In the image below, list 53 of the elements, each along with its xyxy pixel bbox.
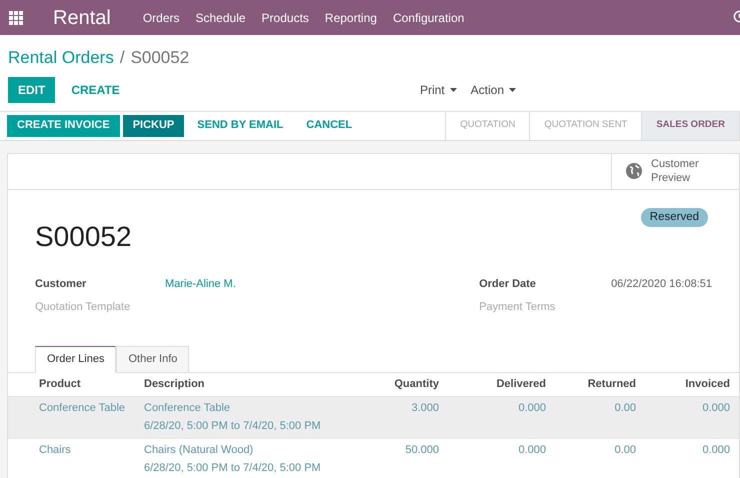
customer-preview-button[interactable]: Customer Preview bbox=[611, 154, 739, 188]
breadcrumb-link[interactable]: Rental Orders bbox=[8, 45, 114, 70]
column-header[interactable]: Description bbox=[144, 372, 334, 396]
breadcrumb-separator: / bbox=[120, 47, 125, 69]
form-tab[interactable]: Other Info bbox=[116, 346, 190, 372]
caret-icon bbox=[450, 88, 457, 92]
field-label: Order Date bbox=[479, 276, 537, 292]
menu-item[interactable]: Configuration bbox=[384, 8, 472, 26]
table-cell-text: 0.000 bbox=[517, 442, 546, 458]
table-cell-text: Chairs bbox=[39, 442, 72, 458]
table-cell-text: Conference Table bbox=[39, 400, 126, 416]
table-cell-text: 0.00 bbox=[614, 400, 636, 416]
menu-item[interactable]: Orders bbox=[134, 8, 188, 26]
menu-item[interactable]: Products bbox=[254, 8, 317, 26]
menu-item[interactable]: Reporting bbox=[316, 8, 385, 26]
field-value[interactable]: Marie-Aline M. bbox=[165, 276, 236, 292]
workflow-button[interactable]: CREATE INVOICE bbox=[7, 114, 120, 136]
breadcrumb-current: S00052 bbox=[130, 47, 190, 69]
column-header[interactable]: Quantity bbox=[334, 372, 439, 396]
table-cell-text: 6/28/20, 5:00 PM to 7/4/20, 5:00 PM bbox=[144, 461, 322, 476]
column-header[interactable]: Returned bbox=[546, 372, 636, 396]
app-title[interactable]: Rental bbox=[53, 2, 111, 32]
field-value: 06/22/2020 16:08:51 bbox=[611, 276, 712, 292]
table-cell-text: 0.000 bbox=[701, 442, 730, 458]
table-cell-text: 0.000 bbox=[517, 400, 546, 416]
control-button[interactable]: EDIT bbox=[8, 76, 56, 102]
status-badge: Reserved bbox=[640, 208, 708, 227]
stage-step[interactable]: SALES ORDER bbox=[642, 112, 740, 140]
table-cell-text: 6/28/20, 5:00 PM to 7/4/20, 5:00 PM bbox=[144, 419, 322, 434]
table-cell-text: Chairs (Natural Wood) bbox=[144, 442, 254, 458]
table-cell-text: 3.000 bbox=[410, 400, 439, 416]
record-name: S00052 bbox=[35, 220, 132, 254]
field-label: Customer bbox=[35, 276, 88, 292]
column-header[interactable]: Delivered bbox=[439, 372, 546, 396]
table-cell-text: 50.000 bbox=[404, 442, 439, 458]
control-button[interactable]: CREATE bbox=[61, 76, 130, 102]
table-cell-text: 0.000 bbox=[701, 400, 730, 416]
workflow-button[interactable]: CANCEL bbox=[296, 114, 362, 136]
menu-item[interactable]: Schedule bbox=[188, 8, 254, 26]
field-label: Quotation Template bbox=[35, 300, 132, 315]
dropdown-button[interactable]: Print bbox=[420, 80, 457, 98]
table-cell-text: 0.00 bbox=[614, 442, 636, 458]
field-label: Payment Terms bbox=[479, 300, 556, 315]
column-header[interactable]: Invoiced bbox=[636, 372, 730, 396]
caret-icon bbox=[509, 88, 516, 92]
dropdown-button[interactable]: Action bbox=[470, 80, 516, 98]
table-cell-text: Conference Table bbox=[144, 400, 232, 416]
workflow-button[interactable]: SEND BY EMAIL bbox=[187, 114, 294, 136]
workflow-button[interactable]: PICKUP bbox=[122, 114, 184, 136]
apps-grid-icon[interactable] bbox=[9, 10, 23, 24]
globe-icon bbox=[626, 163, 642, 179]
column-header[interactable]: Product bbox=[39, 372, 144, 396]
form-tab[interactable]: Order Lines bbox=[35, 346, 116, 372]
